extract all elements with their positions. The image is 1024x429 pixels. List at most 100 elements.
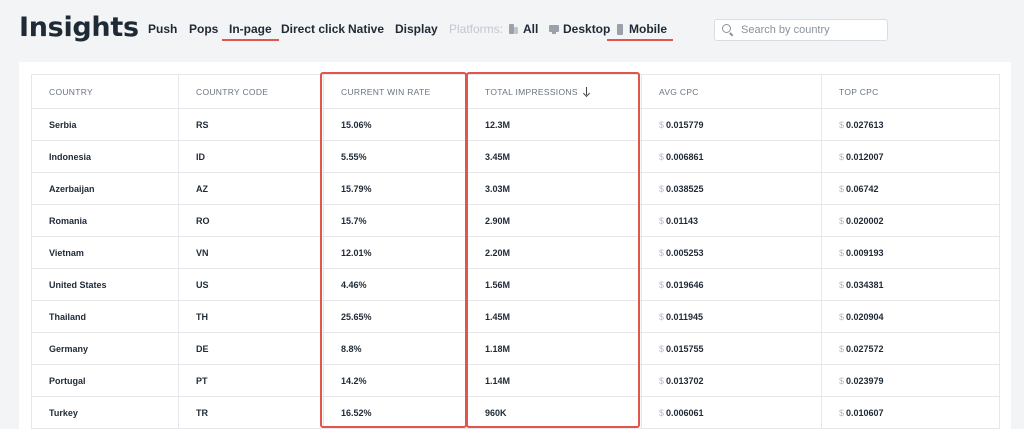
column-header-win-rate[interactable]: CURRENT WIN RATE <box>323 74 468 109</box>
tab-pops[interactable]: Pops <box>189 22 218 36</box>
platform-mobile-label: Mobile <box>629 22 667 36</box>
impressions-cell: 3.45M <box>467 140 642 173</box>
avg-cpc-cell: $0.01143 <box>641 204 822 237</box>
platform-mobile[interactable]: Mobile <box>607 22 673 41</box>
avg-cpc-cell: $0.015779 <box>641 108 822 141</box>
top-cpc-cell-value: 0.009193 <box>846 247 884 258</box>
column-header-impressions-label: TOTAL IMPRESSIONS <box>485 86 578 97</box>
top-cpc-cell-value: 0.027613 <box>846 119 884 130</box>
tab-push[interactable]: Push <box>148 22 177 36</box>
top-cpc-cell: $0.034381 <box>821 268 1000 301</box>
country-cell: Vietnam <box>31 236 179 269</box>
table-row: Turkey TR 16.52% 960K $0.006061 $0.010607 <box>31 396 1000 429</box>
top-cpc-cell: $0.027572 <box>821 332 1000 365</box>
avg-cpc-cell-value: 0.005253 <box>666 247 704 258</box>
currency-symbol: $ <box>839 247 845 258</box>
country-code-cell: RS <box>178 108 324 141</box>
tab-native[interactable]: Native <box>348 22 384 36</box>
top-cpc-cell: $0.06742 <box>821 172 1000 205</box>
top-cpc-cell: $0.023979 <box>821 364 1000 397</box>
avg-cpc-cell: $0.038525 <box>641 172 822 205</box>
currency-symbol: $ <box>659 375 665 386</box>
currency-symbol: $ <box>659 119 665 130</box>
avg-cpc-cell: $0.013702 <box>641 364 822 397</box>
top-cpc-cell-value: 0.020904 <box>846 311 884 322</box>
column-header-avg-cpc[interactable]: AVG CPC <box>641 74 822 109</box>
win-rate-cell: 15.7% <box>323 204 468 237</box>
impressions-cell: 2.90M <box>467 204 642 237</box>
currency-symbol: $ <box>839 215 845 226</box>
win-rate-cell: 14.2% <box>323 364 468 397</box>
impressions-cell: 2.20M <box>467 236 642 269</box>
currency-symbol: $ <box>659 279 665 290</box>
top-cpc-cell-value: 0.010607 <box>846 407 884 418</box>
win-rate-cell: 8.8% <box>323 332 468 365</box>
top-cpc-cell: $0.027613 <box>821 108 1000 141</box>
platforms-label: Platforms: <box>449 22 504 36</box>
currency-symbol: $ <box>839 375 845 386</box>
avg-cpc-cell-value: 0.01143 <box>666 215 699 226</box>
table-row: Azerbaijan AZ 15.79% 3.03M $0.038525 $0.06742 <box>31 172 1000 205</box>
column-header-country-code[interactable]: COUNTRY CODE <box>178 74 324 109</box>
win-rate-cell: 4.46% <box>323 268 468 301</box>
tab-direct-click[interactable]: Direct click <box>281 22 345 36</box>
impressions-cell: 1.18M <box>467 332 642 365</box>
platform-all[interactable]: All <box>509 22 538 36</box>
top-cpc-cell-value: 0.034381 <box>846 279 884 290</box>
impressions-cell: 3.03M <box>467 172 642 205</box>
top-cpc-cell: $0.020904 <box>821 300 1000 333</box>
currency-symbol: $ <box>659 311 665 322</box>
avg-cpc-cell-value: 0.019646 <box>666 279 704 290</box>
page-title: Insights <box>19 12 139 43</box>
currency-symbol: $ <box>659 247 665 258</box>
avg-cpc-cell-value: 0.006061 <box>666 407 704 418</box>
tab-in-page[interactable]: In-page <box>222 22 279 41</box>
top-cpc-cell: $0.020002 <box>821 204 1000 237</box>
win-rate-cell: 15.06% <box>323 108 468 141</box>
table-row: Thailand TH 25.65% 1.45M $0.011945 $0.020904 <box>31 300 1000 333</box>
country-cell: Serbia <box>31 108 179 141</box>
currency-symbol: $ <box>839 183 845 194</box>
desktop-icon <box>549 24 559 35</box>
win-rate-cell: 5.55% <box>323 140 468 173</box>
search-input[interactable] <box>741 24 881 36</box>
search-box[interactable] <box>714 19 888 41</box>
top-bar: Insights Push Pops In-page Direct click … <box>0 0 1024 62</box>
avg-cpc-cell-value: 0.006861 <box>666 151 704 162</box>
table-row: Romania RO 15.7% 2.90M $0.01143 $0.020002 <box>31 204 1000 237</box>
country-cell: United States <box>31 268 179 301</box>
currency-symbol: $ <box>659 215 665 226</box>
top-cpc-cell-value: 0.020002 <box>846 215 884 226</box>
win-rate-cell: 25.65% <box>323 300 468 333</box>
table-row: Serbia RS 15.06% 12.3M $0.015779 $0.027613 <box>31 108 1000 141</box>
impressions-cell: 12.3M <box>467 108 642 141</box>
currency-symbol: $ <box>659 407 665 418</box>
currency-symbol: $ <box>839 151 845 162</box>
avg-cpc-cell: $0.006061 <box>641 396 822 429</box>
win-rate-cell: 15.79% <box>323 172 468 205</box>
currency-symbol: $ <box>839 407 845 418</box>
avg-cpc-cell: $0.006861 <box>641 140 822 173</box>
top-cpc-cell-value: 0.027572 <box>846 343 884 354</box>
country-code-cell: ID <box>178 140 324 173</box>
avg-cpc-cell: $0.015755 <box>641 332 822 365</box>
column-header-top-cpc[interactable]: TOP CPC <box>821 74 1000 109</box>
country-cell: Germany <box>31 332 179 365</box>
impressions-cell: 960K <box>467 396 642 429</box>
platform-desktop-label: Desktop <box>563 22 611 36</box>
table-row: Portugal PT 14.2% 1.14M $0.013702 $0.023979 <box>31 364 1000 397</box>
column-header-impressions[interactable]: TOTAL IMPRESSIONS <box>467 74 642 109</box>
top-cpc-cell: $0.009193 <box>821 236 1000 269</box>
avg-cpc-cell: $0.005253 <box>641 236 822 269</box>
win-rate-cell: 16.52% <box>323 396 468 429</box>
column-header-country[interactable]: COUNTRY <box>31 74 179 109</box>
currency-symbol: $ <box>839 311 845 322</box>
table-row: Vietnam VN 12.01% 2.20M $0.005253 $0.009193 <box>31 236 1000 269</box>
tab-display[interactable]: Display <box>395 22 438 36</box>
platform-all-label: All <box>523 22 539 36</box>
table-row: Germany DE 8.8% 1.18M $0.015755 $0.027572 <box>31 332 1000 365</box>
platform-desktop[interactable]: Desktop <box>549 22 610 36</box>
impressions-cell: 1.45M <box>467 300 642 333</box>
table-row: United States US 4.46% 1.56M $0.019646 $0.034… <box>31 268 1000 301</box>
currency-symbol: $ <box>839 343 845 354</box>
